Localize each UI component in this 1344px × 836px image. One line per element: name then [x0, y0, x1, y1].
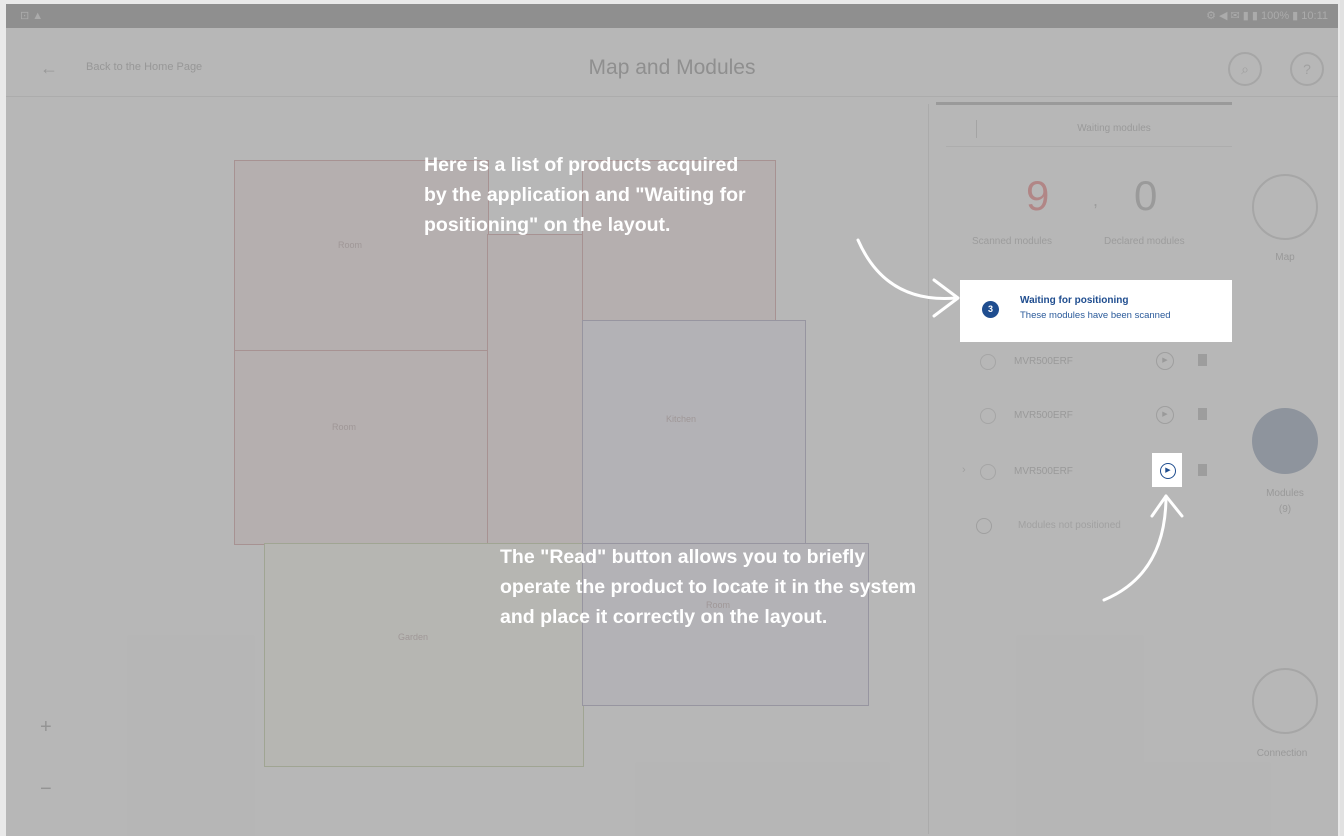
app-window: ⊡ ▲ ⚙ ◀ ✉ ▮ ▮ 100% ▮ 10:11 ← Back to the… [6, 4, 1338, 836]
top-arrow [856, 238, 958, 301]
annotation-arrows [856, 238, 1184, 602]
window-edge [1340, 0, 1344, 836]
